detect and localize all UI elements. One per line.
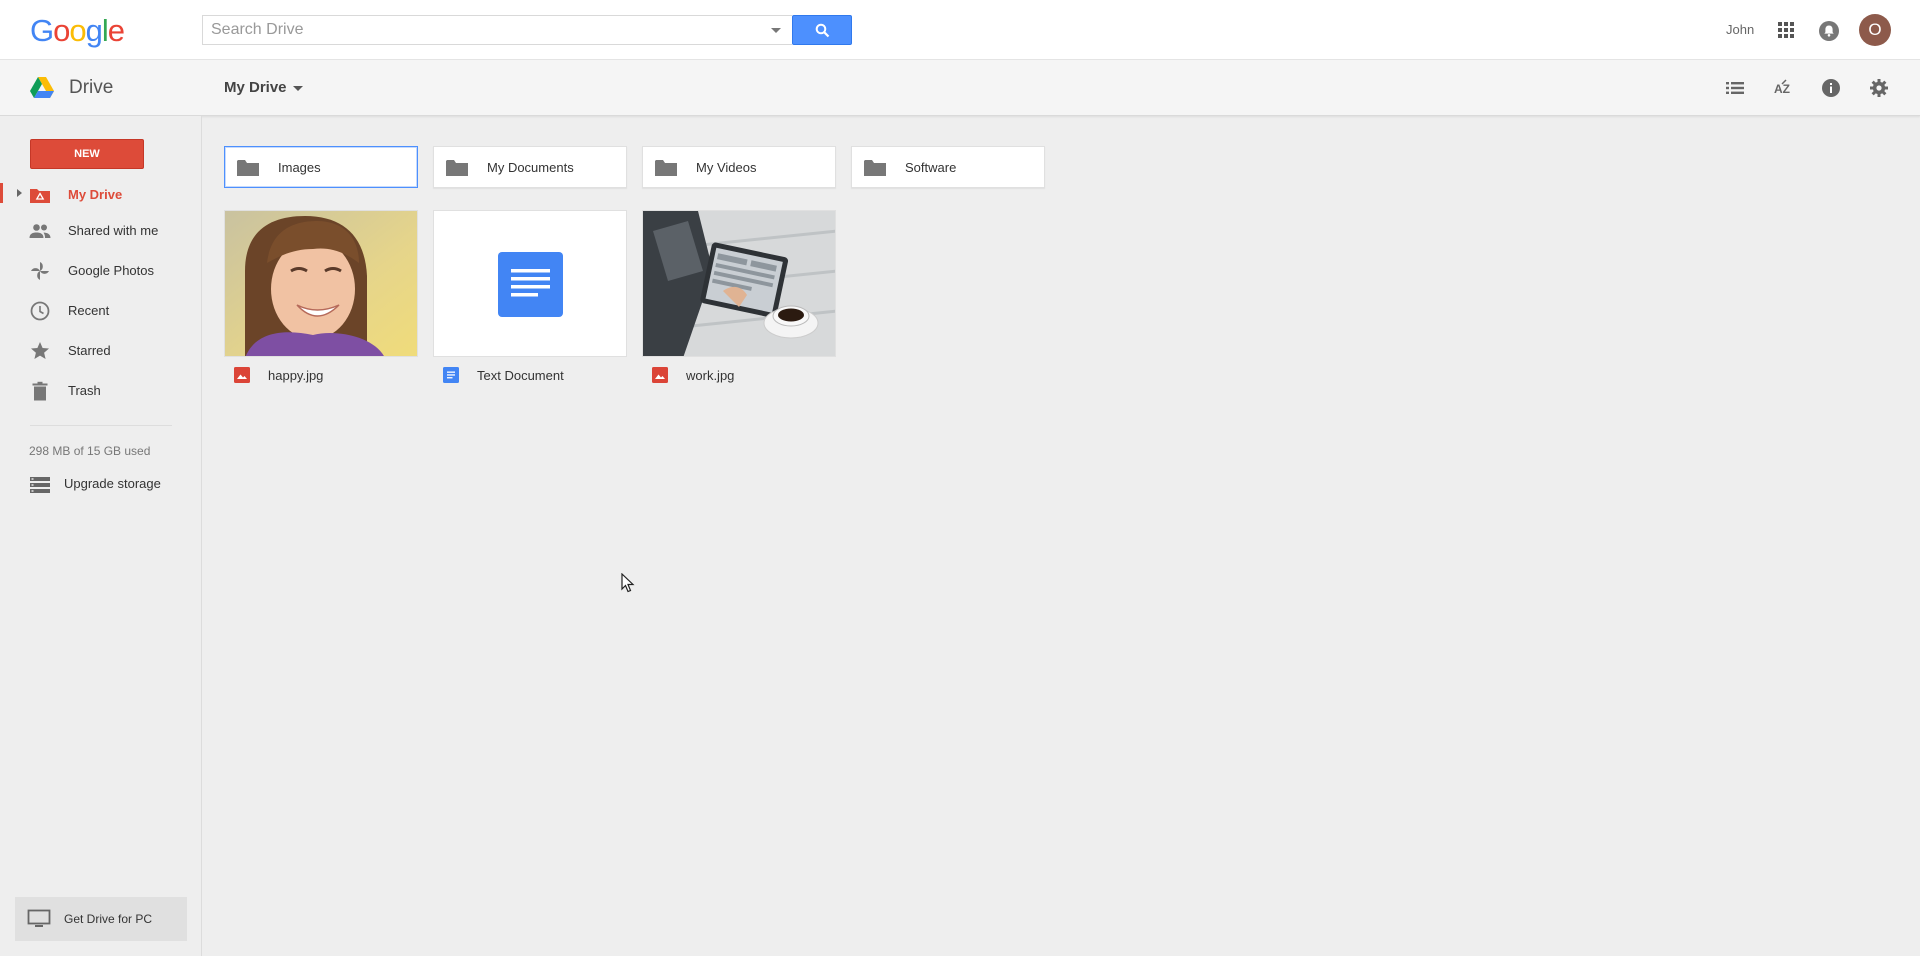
- search-options-icon[interactable]: [768, 23, 784, 37]
- folder-software[interactable]: Software: [851, 146, 1045, 188]
- top-bar: Google John O: [0, 0, 1920, 60]
- people-icon: [29, 224, 51, 238]
- list-view-icon[interactable]: [1724, 77, 1746, 99]
- doc-thumbnail: [433, 210, 627, 357]
- sidebar-item-my-drive[interactable]: My Drive: [0, 179, 201, 211]
- file-name: Text Document: [477, 368, 564, 383]
- file-card-work[interactable]: work.jpg: [642, 210, 836, 390]
- active-indicator: [0, 183, 3, 203]
- folder-name: Images: [278, 160, 321, 175]
- sort-az-icon[interactable]: AZ: [1772, 77, 1794, 99]
- photo-tablet-coffee-image: [643, 211, 835, 356]
- folder-name: My Documents: [487, 160, 574, 175]
- sidebar-item-label: Google Photos: [68, 263, 155, 278]
- upgrade-storage-link[interactable]: Upgrade storage: [29, 471, 189, 497]
- folder-my-documents[interactable]: My Documents: [433, 146, 627, 188]
- sidebar-item-label: Shared with me: [68, 223, 159, 238]
- mouse-cursor-icon: [621, 573, 635, 593]
- photo-smiling-girl-thumbnail: [224, 210, 418, 357]
- search-button[interactable]: [792, 15, 852, 45]
- drive-logo-icon: [30, 77, 54, 98]
- folder-icon: [655, 160, 677, 176]
- avatar[interactable]: O: [1859, 14, 1891, 46]
- folder-icon: [446, 160, 468, 176]
- folder-icon: [237, 160, 259, 176]
- folder-icon: [864, 160, 886, 176]
- clock-icon: [30, 301, 50, 321]
- search-input[interactable]: [202, 15, 792, 45]
- sidebar-item-shared-with-me[interactable]: Shared with me: [0, 215, 201, 247]
- file-info: Text Document: [433, 357, 627, 390]
- sidebar: NEW My Drive Shared with me Google Photo…: [0, 116, 202, 956]
- sidebar-item-label: My Drive: [68, 187, 123, 202]
- location-dropdown[interactable]: My Drive: [224, 79, 303, 96]
- expand-arrow-icon[interactable]: [17, 189, 22, 197]
- file-info: work.jpg: [642, 357, 836, 390]
- sidebar-item-label: Recent: [68, 303, 110, 318]
- drive-bar: Drive My Drive AZ: [0, 60, 1920, 116]
- sidebar-item-google-photos[interactable]: Google Photos: [0, 255, 201, 287]
- settings-icon[interactable]: [1868, 77, 1890, 99]
- star-icon: [31, 342, 49, 359]
- sidebar-item-trash[interactable]: Trash: [0, 375, 201, 407]
- search-icon: [815, 23, 830, 38]
- notifications-icon[interactable]: [1818, 20, 1840, 42]
- upgrade-storage-label: Upgrade storage: [64, 476, 161, 491]
- location-label: My Drive: [224, 79, 287, 96]
- trash-icon: [32, 381, 48, 401]
- folder-images[interactable]: Images: [224, 146, 418, 188]
- doc-large-icon: [498, 252, 563, 317]
- folder-name: My Videos: [696, 160, 757, 175]
- file-name: happy.jpg: [268, 368, 324, 383]
- sidebar-item-label: Starred: [68, 343, 111, 358]
- get-drive-label: Get Drive for PC: [64, 912, 153, 926]
- product-title[interactable]: Drive: [69, 77, 113, 99]
- image-file-icon: [652, 367, 668, 383]
- file-card-happy[interactable]: happy.jpg: [224, 210, 418, 390]
- folder-my-videos[interactable]: My Videos: [642, 146, 836, 188]
- photo-smiling-girl-image: [225, 211, 417, 356]
- user-name[interactable]: John: [1726, 22, 1754, 37]
- search-bar: [202, 15, 852, 45]
- svg-text:AZ: AZ: [1774, 82, 1790, 96]
- monitor-icon: [27, 909, 51, 927]
- sidebar-item-recent[interactable]: Recent: [0, 295, 201, 327]
- google-logo[interactable]: Google: [30, 13, 125, 49]
- apps-icon[interactable]: [1775, 19, 1797, 41]
- photos-pinwheel-icon: [31, 262, 49, 280]
- photo-tablet-coffee-thumbnail: [642, 210, 836, 357]
- sidebar-divider: [30, 425, 172, 426]
- file-name: work.jpg: [686, 368, 735, 383]
- get-drive-for-pc-button[interactable]: Get Drive for PC: [15, 897, 187, 941]
- file-card-text-document[interactable]: Text Document: [433, 210, 627, 390]
- new-button[interactable]: NEW: [30, 139, 144, 169]
- storage-icon: [30, 477, 50, 493]
- sidebar-item-label: Trash: [68, 383, 101, 398]
- sidebar-item-starred[interactable]: Starred: [0, 335, 201, 367]
- file-info: happy.jpg: [224, 357, 418, 390]
- image-file-icon: [234, 367, 250, 383]
- document-file-icon: [443, 367, 459, 383]
- info-icon[interactable]: [1820, 77, 1842, 99]
- storage-usage-text: 298 MB of 15 GB used: [29, 444, 151, 458]
- folder-name: Software: [905, 160, 957, 175]
- my-drive-icon: [30, 189, 50, 203]
- chevron-down-icon: [292, 85, 303, 91]
